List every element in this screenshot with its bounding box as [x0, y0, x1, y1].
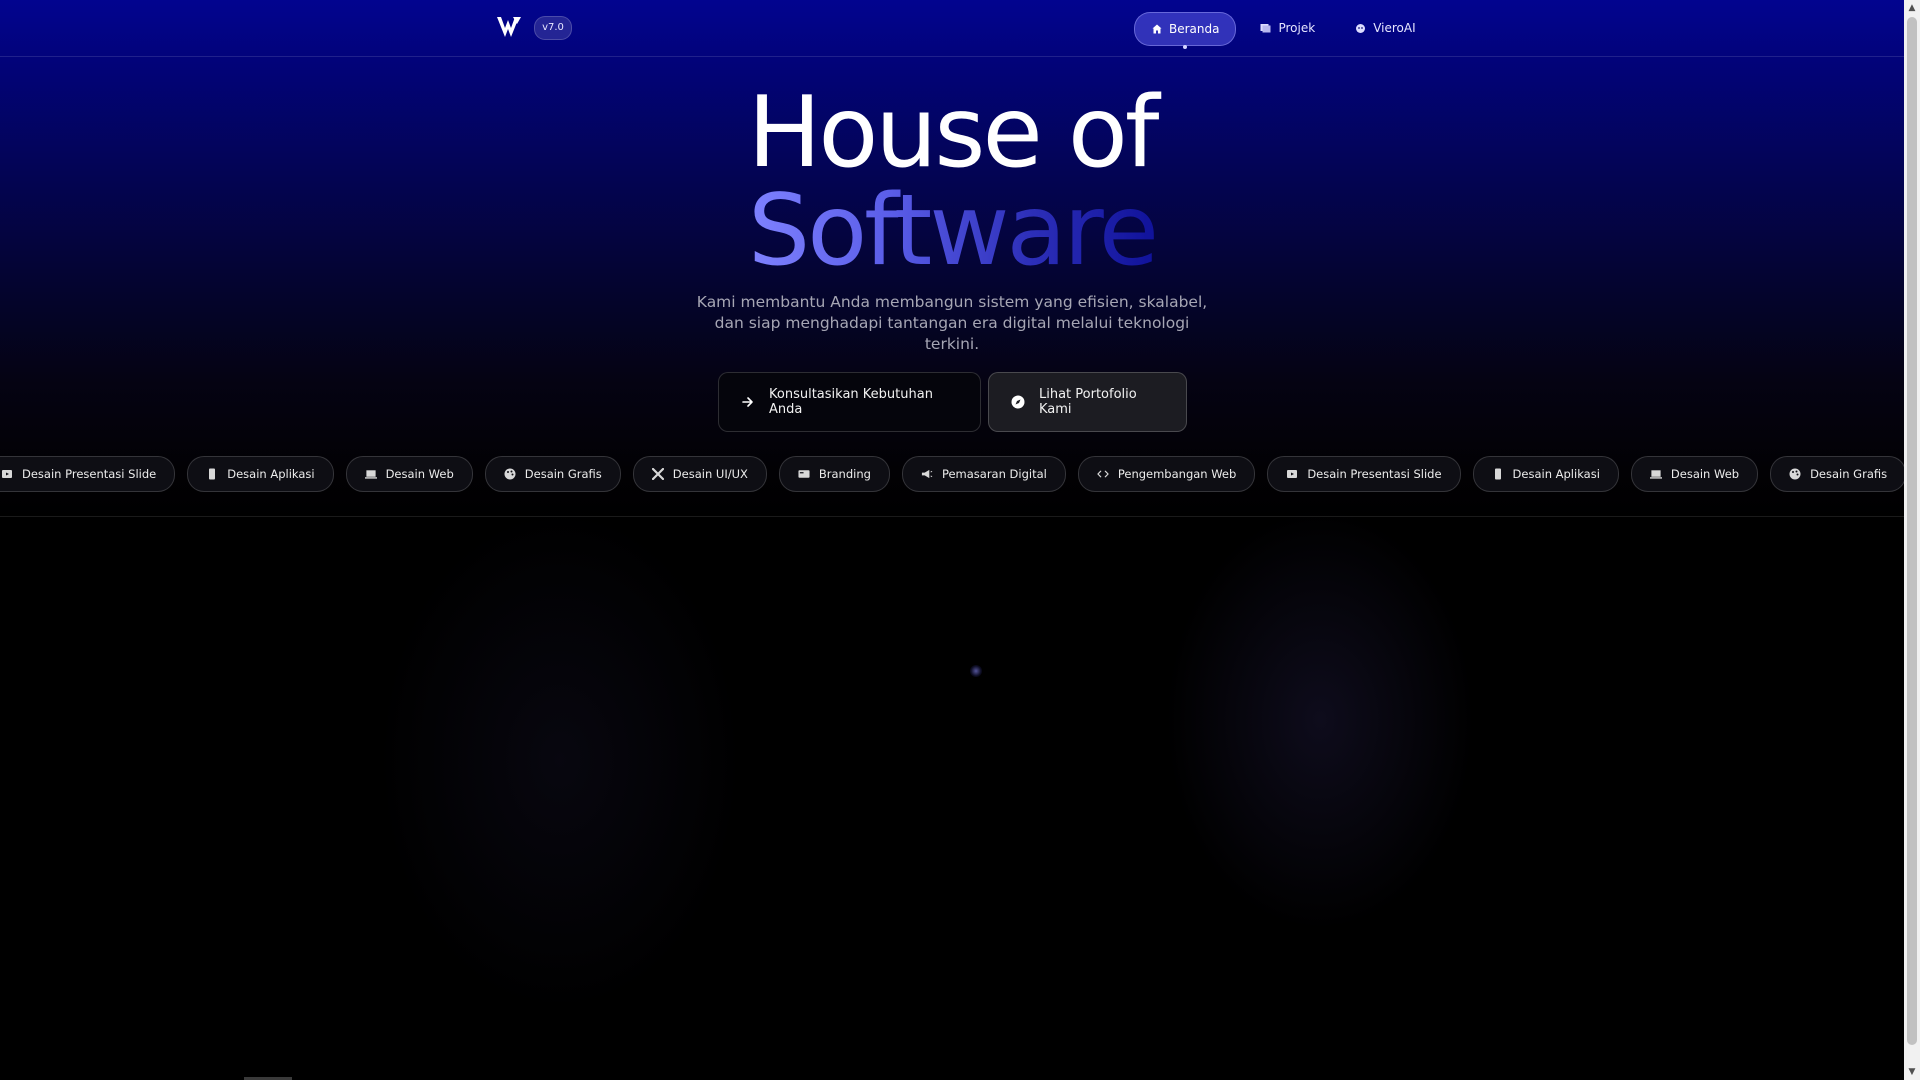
service-chip-label: Pemasaran Digital	[941, 467, 1047, 481]
service-chip[interactable]: Desain Grafis	[484, 456, 621, 492]
service-chip[interactable]: Desain Aplikasi	[187, 456, 334, 492]
nav-vieroai[interactable]: VieroAI	[1339, 12, 1431, 44]
nav-vieroai-label: VieroAI	[1373, 21, 1416, 35]
service-chip[interactable]: Desain UI/UX	[632, 456, 767, 492]
home-icon	[1151, 24, 1162, 35]
service-chip-label: Desain Aplikasi	[227, 467, 315, 481]
nav-beranda-label: Beranda	[1169, 22, 1220, 36]
main-nav: Beranda Projek VieroAI	[1134, 12, 1432, 49]
code-icon	[1097, 468, 1109, 480]
slides-icon	[1, 468, 13, 480]
service-chip[interactable]: Desain Web	[345, 456, 473, 492]
section-divider	[0, 516, 1904, 517]
loading-dot	[970, 665, 982, 677]
service-chip-label: Desain Presentasi Slide	[22, 467, 157, 481]
scroll-down-arrow-icon[interactable]: ▼	[1904, 1064, 1920, 1080]
version-badge: v7.0	[534, 16, 572, 40]
top-navbar: v7.0 Beranda Projek VieroAI	[0, 0, 1904, 57]
hero-title-gradient-text: Software	[747, 174, 1159, 288]
service-chip[interactable]: Pemasaran Digital	[901, 456, 1066, 492]
nav-projek[interactable]: Projek	[1244, 12, 1331, 44]
nav-beranda[interactable]: Beranda	[1134, 12, 1237, 49]
services-marquee: Desain Presentasi Slide Desain Aplikasi De…	[0, 456, 1904, 496]
folder-icon	[1260, 23, 1271, 34]
service-chip-label: Pengembangan Web	[1117, 467, 1237, 481]
service-chip[interactable]: Desain Web	[1630, 456, 1759, 492]
compass-icon	[1011, 395, 1025, 409]
nav-projek-label: Projek	[1278, 21, 1316, 35]
service-chip[interactable]: Desain Aplikasi	[1472, 456, 1619, 492]
scrollbar-thumb[interactable]	[1907, 17, 1917, 1045]
service-chip[interactable]: Desain Presentasi Slide	[1267, 456, 1461, 492]
service-chip[interactable]: Desain Grafis	[1770, 456, 1904, 492]
service-chip-label: Desain UI/UX	[672, 467, 748, 481]
service-chip[interactable]: Pengembangan Web	[1077, 456, 1256, 492]
hero-title-line2: Software	[0, 176, 1904, 286]
logo-icon[interactable]	[496, 15, 522, 39]
service-chip-label: Desain Web	[385, 467, 454, 481]
palette-icon	[1789, 468, 1801, 480]
service-chip[interactable]: Branding	[778, 456, 890, 492]
slides-icon	[1286, 468, 1298, 480]
laptop-icon	[364, 468, 377, 480]
hero-subtitle: Kami membantu Anda membangun sistem yang…	[696, 293, 1208, 353]
phone-icon	[206, 468, 218, 480]
portfolio-button-label: Lihat Portofolio Kami	[1039, 387, 1137, 417]
arrow-right-icon	[741, 395, 755, 409]
services-track: Desain Presentasi Slide Desain Aplikasi De…	[0, 456, 1904, 492]
consult-button-label: Konsultasikan Kebutuhan Anda	[769, 387, 933, 417]
hero-title-line1: House of	[747, 76, 1160, 190]
page: v7.0 Beranda Projek VieroAI House of Sof…	[0, 0, 1920, 1080]
id-card-icon	[798, 468, 810, 480]
service-chip-label: Branding	[818, 467, 871, 481]
bot-icon	[1355, 23, 1366, 34]
portfolio-button[interactable]: Lihat Portofolio Kami	[988, 372, 1187, 432]
service-chip-label: Desain Grafis	[1810, 467, 1888, 481]
palette-icon	[504, 468, 516, 480]
tools-icon	[651, 468, 664, 480]
service-chip[interactable]: Desain Presentasi Slide	[0, 456, 176, 492]
consult-button[interactable]: Konsultasikan Kebutuhan Anda	[718, 372, 981, 432]
laptop-icon	[1649, 468, 1662, 480]
scrollbar[interactable]: ▲ ▼	[1904, 0, 1920, 1080]
scroll-up-arrow-icon[interactable]: ▲	[1904, 0, 1920, 16]
service-chip-label: Desain Grafis	[524, 467, 602, 481]
phone-icon	[1492, 468, 1504, 480]
service-chip-label: Desain Presentasi Slide	[1307, 467, 1442, 481]
megaphone-icon	[921, 468, 933, 480]
service-chip-label: Desain Aplikasi	[1512, 467, 1600, 481]
service-chip-label: Desain Web	[1670, 467, 1740, 481]
